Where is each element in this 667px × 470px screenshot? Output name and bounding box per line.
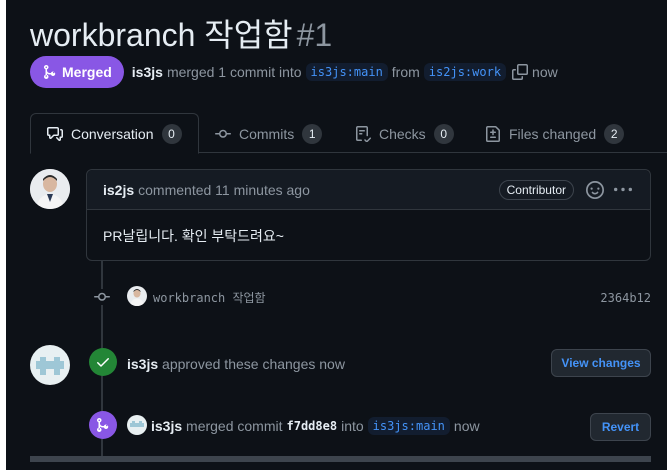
- merger-link[interactable]: is3js: [151, 418, 182, 434]
- left-window-edge: [0, 0, 6, 470]
- git-merge-icon: [89, 411, 117, 439]
- avatar[interactable]: [30, 169, 70, 209]
- pr-merger-link[interactable]: is3js: [132, 64, 163, 80]
- tab-commits[interactable]: Commits 1: [215, 113, 323, 154]
- from-text: from: [391, 64, 420, 80]
- pr-title: workbranch 작업함: [30, 17, 293, 53]
- comment-author[interactable]: is2js: [103, 182, 134, 198]
- merge-text-1: merged commit: [186, 418, 283, 434]
- pr-meta: Merged is3js merged 1 commit into is3js:…: [30, 56, 558, 88]
- comment-discussion-icon: [47, 126, 63, 141]
- tab-checks-label: Checks: [379, 125, 426, 142]
- approver-link[interactable]: is3js: [127, 356, 158, 372]
- approve-text: approved these changes now: [162, 356, 345, 372]
- checklist-icon: [356, 125, 371, 142]
- head-branch[interactable]: is2js:work: [423, 63, 507, 81]
- merged-label: Merged: [62, 64, 112, 80]
- merge-summary-text: merged 1 commit into: [166, 64, 302, 80]
- file-diff-icon: [486, 125, 500, 142]
- tab-files-count: 2: [604, 123, 625, 144]
- pr-time: now: [532, 64, 558, 80]
- pr-comment: is2js commented 11 minutes ago Contribut…: [86, 169, 651, 261]
- page-title: workbranch 작업함 #1: [30, 10, 332, 56]
- base-branch[interactable]: is3js:main: [305, 63, 388, 81]
- tab-commits-count: 1: [302, 123, 323, 144]
- timeline-end-divider: [30, 456, 651, 462]
- merge-event-text: is3js merged commit f7dd8e8 into is3js:m…: [151, 417, 480, 435]
- tab-files-changed[interactable]: Files changed 2: [485, 113, 625, 154]
- view-changes-button[interactable]: View changes: [551, 349, 651, 377]
- merge-time: now: [453, 418, 480, 434]
- tab-conversation-label: Conversation: [71, 125, 154, 142]
- avatar[interactable]: [30, 345, 70, 385]
- commit-sha[interactable]: 2364b12: [600, 291, 651, 305]
- merge-commit-sha[interactable]: f7dd8e8: [287, 419, 338, 433]
- pr-tabs: Conversation 0 Commits 1 Checks 0 Files …: [30, 113, 667, 154]
- tab-conversation-count: 0: [161, 123, 182, 144]
- kebab-horizontal-icon[interactable]: [614, 181, 632, 202]
- tab-checks[interactable]: Checks 0: [355, 113, 454, 154]
- approve-event-text: is3js approved these changes now: [127, 356, 345, 372]
- tab-conversation[interactable]: Conversation 0: [30, 113, 199, 154]
- pr-number: #1: [296, 17, 333, 53]
- merge-target-branch[interactable]: is3js:main: [367, 417, 450, 435]
- avatar[interactable]: [127, 286, 147, 306]
- contributor-badge: Contributor: [498, 180, 574, 200]
- revert-button[interactable]: Revert: [590, 413, 651, 441]
- merge-text-2: into: [341, 418, 364, 434]
- merged-state-badge: Merged: [30, 56, 124, 88]
- git-commit-icon: [215, 129, 231, 138]
- commit-message[interactable]: workbranch 작업함: [153, 289, 266, 306]
- tab-files-label: Files changed: [509, 125, 597, 142]
- smiley-icon[interactable]: [586, 181, 604, 202]
- tab-checks-count: 0: [433, 123, 454, 144]
- git-merge-icon: [44, 65, 56, 79]
- tab-commits-label: Commits: [239, 125, 295, 142]
- avatar[interactable]: [127, 415, 147, 435]
- comment-header: is2js commented 11 minutes ago Contribut…: [87, 170, 650, 210]
- git-commit-icon: [93, 289, 111, 305]
- comment-meta[interactable]: commented 11 minutes ago: [138, 182, 310, 198]
- check-icon: [89, 348, 117, 376]
- comment-body: PR날립니다. 확인 부탁드려요~: [103, 228, 284, 244]
- copy-icon[interactable]: [512, 64, 529, 80]
